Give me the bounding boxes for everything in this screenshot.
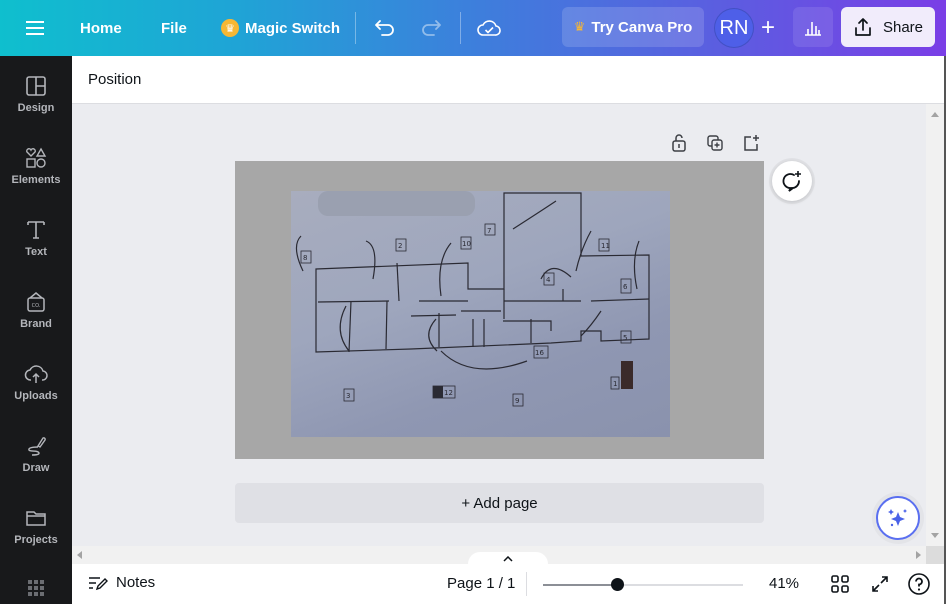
- svg-text:CO.: CO.: [32, 303, 41, 309]
- bar-chart-icon: [805, 22, 821, 36]
- pen-icon: [28, 437, 46, 456]
- brand-icon: CO.: [27, 292, 45, 312]
- bottom-bar: Notes Page 1 / 1 41%: [72, 564, 944, 604]
- notes-label: Notes: [116, 574, 156, 591]
- zoom-slider-handle[interactable]: [611, 578, 624, 591]
- upload-icon: [855, 18, 871, 36]
- hamburger-icon: [26, 21, 44, 35]
- divider: [460, 12, 461, 44]
- fullscreen-button[interactable]: [868, 572, 892, 596]
- try-pro-label: Try Canva Pro: [591, 18, 693, 36]
- chevron-up-icon: [503, 556, 513, 562]
- sidebar-item-draw[interactable]: Draw: [0, 428, 72, 488]
- context-toolbar: Position: [72, 56, 946, 104]
- notes-button[interactable]: Notes: [88, 574, 155, 591]
- scroll-corner: [926, 546, 944, 564]
- marker-label: 6: [623, 283, 628, 291]
- sidebar-label: Draw: [22, 462, 50, 474]
- marker-label: 12: [444, 389, 453, 397]
- add-collaborator-button[interactable]: +: [752, 8, 784, 48]
- cloud-check-icon: [477, 20, 501, 36]
- folder-icon: [26, 511, 46, 526]
- marker-label: 5: [623, 334, 627, 342]
- lock-icon[interactable]: [668, 132, 690, 154]
- sidebar-item-brand[interactable]: CO. Brand: [0, 284, 72, 344]
- zoom-slider[interactable]: [543, 578, 743, 591]
- zoom-percentage[interactable]: 41%: [769, 575, 799, 592]
- add-comment-icon: [782, 171, 801, 192]
- divider: [355, 12, 356, 44]
- sidebar-label: Brand: [20, 318, 52, 330]
- redo-button[interactable]: [420, 0, 442, 56]
- marker-label: 1: [613, 380, 617, 388]
- undo-button[interactable]: [374, 0, 396, 56]
- file-menu-button[interactable]: File: [161, 0, 187, 56]
- add-comment-button[interactable]: [772, 161, 812, 201]
- position-button[interactable]: Position: [88, 71, 141, 88]
- expand-icon: [872, 576, 888, 592]
- cloud-upload-icon: [24, 365, 48, 383]
- marker-label: 2: [398, 242, 402, 250]
- sidebar-label: Elements: [11, 174, 61, 186]
- blurred-region: [318, 191, 475, 216]
- sidebar-label: Text: [25, 246, 47, 258]
- divider: [526, 572, 527, 596]
- grid-view-button[interactable]: [828, 572, 852, 596]
- marker-label: 9: [515, 397, 519, 405]
- floor-plan-image[interactable]: 8 2 10 7 11 4 6 3 5 16 1 9 12: [291, 191, 670, 437]
- marker-label: 10: [462, 240, 471, 248]
- sidebar: Design Elements Text CO. Brand Uploads D…: [0, 56, 72, 604]
- share-label: Share: [882, 18, 924, 36]
- floor-plan-drawing: 8 2 10 7 11 4 6 3 5 16 1 9 12: [295, 192, 650, 407]
- apps-grid-icon[interactable]: [28, 580, 44, 596]
- sparkle-icon: [888, 509, 907, 527]
- top-bar: Home File ♛ Magic Switch ♛ Try Canva Pro…: [0, 0, 946, 56]
- duplicate-icon[interactable]: [704, 132, 726, 154]
- share-button[interactable]: Share: [841, 7, 935, 47]
- page-indicator[interactable]: Page 1 / 1: [447, 575, 515, 592]
- magic-switch-button[interactable]: ♛ Magic Switch: [221, 0, 340, 56]
- try-canva-pro-button[interactable]: ♛ Try Canva Pro: [562, 7, 704, 47]
- sidebar-label: Design: [17, 102, 55, 114]
- vertical-scrollbar[interactable]: [926, 104, 944, 546]
- help-button[interactable]: [907, 572, 931, 596]
- marker-label: 16: [535, 349, 544, 357]
- shapes-icon: [26, 147, 47, 168]
- magic-assistant-button[interactable]: [876, 496, 920, 540]
- layout-icon: [26, 76, 46, 96]
- sidebar-label: Projects: [14, 534, 58, 546]
- design-page[interactable]: 8 2 10 7 11 4 6 3 5 16 1 9 12: [235, 161, 764, 459]
- marker-label: 8: [303, 254, 307, 262]
- sidebar-item-uploads[interactable]: Uploads: [0, 356, 72, 416]
- magic-switch-label: Magic Switch: [245, 19, 341, 37]
- redo-icon: [422, 20, 441, 36]
- sidebar-label: Uploads: [14, 390, 58, 402]
- notes-icon: [89, 576, 108, 590]
- home-button[interactable]: Home: [80, 0, 122, 56]
- save-status-button[interactable]: [477, 0, 501, 56]
- text-icon: [27, 221, 45, 239]
- undo-icon: [375, 20, 394, 36]
- crown-icon: ♛: [221, 19, 239, 37]
- marker-label: 4: [546, 276, 551, 284]
- user-avatar[interactable]: RN: [714, 8, 754, 48]
- marker-label: 7: [487, 227, 491, 235]
- add-page-button[interactable]: + Add page: [235, 483, 764, 523]
- add-page-icon[interactable]: [740, 132, 762, 154]
- sidebar-item-design[interactable]: Design: [0, 68, 72, 128]
- sidebar-item-text[interactable]: Text: [0, 212, 72, 272]
- page-tools: [668, 132, 762, 154]
- crown-icon: ♛: [573, 19, 586, 34]
- marker-label: 3: [346, 392, 350, 400]
- sidebar-item-elements[interactable]: Elements: [0, 140, 72, 200]
- grid-view-icon: [831, 575, 849, 593]
- marker-label: 11: [601, 242, 610, 250]
- sidebar-item-projects[interactable]: Projects: [0, 500, 72, 560]
- insights-button[interactable]: [793, 7, 833, 47]
- main-menu-button[interactable]: [26, 0, 44, 56]
- zoom-slider-fill: [543, 584, 617, 586]
- help-icon: [908, 573, 930, 595]
